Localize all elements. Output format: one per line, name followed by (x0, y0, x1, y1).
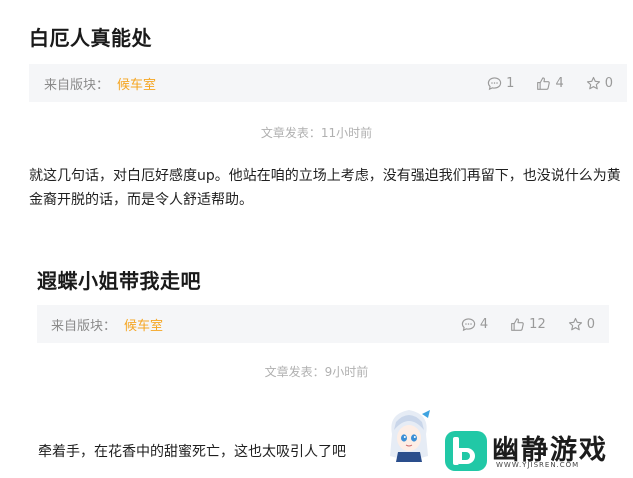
post-stats: 1 4 0 (487, 76, 613, 91)
comment-icon (461, 317, 476, 331)
board-label: 来自版块： (51, 318, 117, 334)
board-link[interactable]: 候车室 (124, 315, 163, 334)
post-meta-bar: 来自版块： 候车室 4 12 0 (37, 305, 609, 343)
comment-count-button[interactable]: 1 (487, 76, 514, 91)
favorite-button[interactable]: 0 (586, 76, 613, 91)
post-title[interactable]: 白厄人真能处 (29, 22, 152, 51)
post-body: 牵着手，在花香中的甜蜜死亡，这也太吸引人了吧 (38, 444, 346, 460)
favorite-count: 0 (604, 75, 613, 91)
thumbs-up-icon (537, 76, 551, 90)
favorite-button[interactable]: 0 (568, 317, 595, 332)
post-body: 就这几句话，对白厄好感度up。他站在咱的立场上考虑，没有强迫我们再留下，也没说什… (29, 168, 621, 208)
post-meta-bar: 来自版块： 候车室 1 4 0 (29, 64, 627, 102)
favorite-count: 0 (586, 316, 595, 332)
like-button[interactable]: 4 (536, 75, 564, 91)
publish-time: 文章发表：9小时前 (264, 365, 369, 379)
publish-time: 文章发表：11小时前 (260, 126, 373, 140)
like-count: 12 (529, 316, 546, 332)
comment-count: 4 (479, 316, 489, 332)
thumbs-up-icon (511, 317, 524, 331)
anime-avatar-icon (390, 410, 430, 462)
star-icon (586, 76, 600, 89)
comment-icon (487, 76, 502, 90)
star-icon (568, 317, 582, 330)
board-label: 来自版块： (44, 77, 110, 93)
brand-url: WWW.YJISREN.COM (496, 461, 580, 469)
like-button[interactable]: 12 (510, 317, 546, 332)
post-stats: 4 12 0 (461, 317, 595, 332)
board-link[interactable]: 候车室 (117, 74, 156, 93)
brand-logo-icon (445, 431, 487, 471)
like-count: 4 (555, 75, 564, 91)
post-title[interactable]: 遐蝶小姐带我走吧 (37, 265, 201, 294)
comment-count-button[interactable]: 4 (461, 317, 488, 332)
comment-count: 1 (506, 75, 515, 91)
